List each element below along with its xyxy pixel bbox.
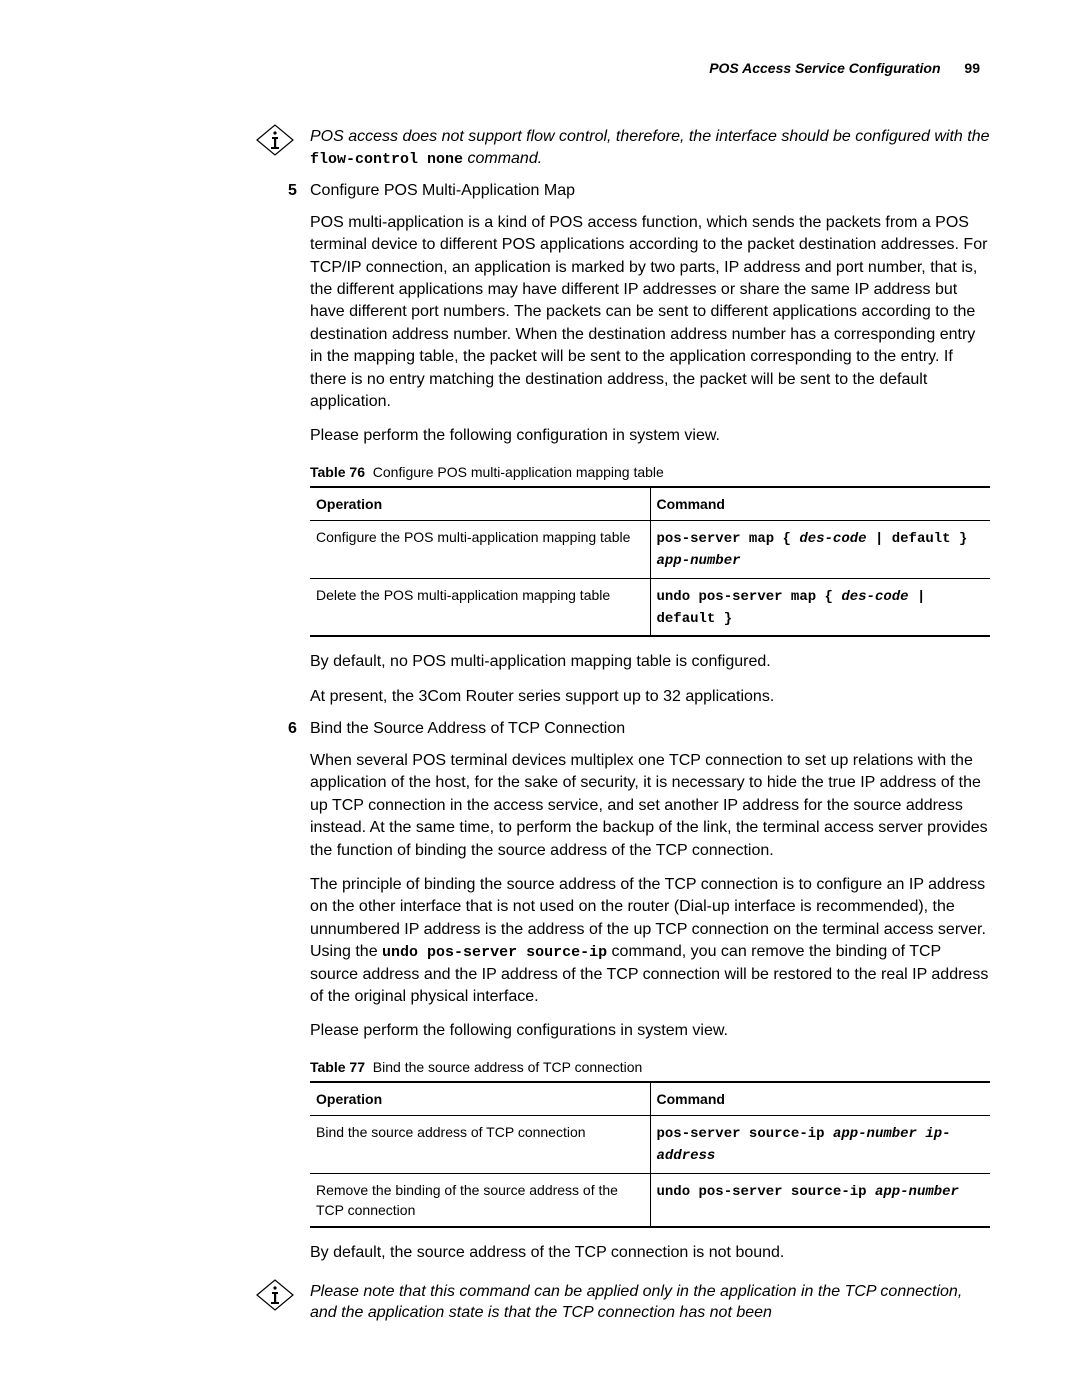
- step6-para3: Please perform the following configurati…: [310, 1020, 990, 1042]
- note-code: flow-control none: [310, 151, 463, 168]
- cmd-seg: app-number: [657, 553, 741, 569]
- table-header-row: Operation Command: [310, 487, 990, 521]
- table-76-caption: Table 76 Configure POS multi-application…: [310, 464, 990, 480]
- cmd-seg: pos-server source-ip: [657, 1126, 833, 1142]
- table-row: Configure the POS multi-application mapp…: [310, 521, 990, 579]
- note-suffix: command.: [463, 150, 542, 167]
- step5-para2: Please perform the following configurati…: [310, 425, 990, 447]
- table-76: Operation Command Configure the POS mult…: [310, 486, 990, 637]
- step-number: 5: [288, 182, 297, 200]
- para-code: undo pos-server source-ip: [382, 944, 607, 961]
- command-cell: undo pos-server map { des-code | default…: [650, 578, 990, 636]
- step-title: Bind the Source Address of TCP Connectio…: [310, 720, 625, 737]
- info-note-2: Please note that this command can be app…: [310, 1281, 990, 1324]
- page: POS Access Service Configuration 99 POS …: [0, 0, 1080, 1386]
- col-command: Command: [650, 1082, 990, 1116]
- operation-cell: Remove the binding of the source address…: [310, 1173, 650, 1227]
- col-operation: Operation: [310, 1082, 650, 1116]
- table-row: Delete the POS multi-application mapping…: [310, 578, 990, 636]
- table-label: Table 77: [310, 1059, 365, 1075]
- cmd-seg: des-code: [841, 589, 908, 605]
- page-number: 99: [964, 60, 980, 76]
- step6-para2: The principle of binding the source addr…: [310, 874, 990, 1008]
- info-icon: [256, 1279, 294, 1316]
- note-prefix: POS access does not support flow control…: [310, 128, 990, 145]
- cmd-seg: des-code: [799, 531, 866, 547]
- cmd-seg: undo pos-server source-ip: [657, 1184, 875, 1200]
- step-number: 6: [288, 720, 297, 738]
- command-cell: pos-server source-ip app-number ip-addre…: [650, 1116, 990, 1174]
- header-title: POS Access Service Configuration: [709, 60, 940, 76]
- step6-para1: When several POS terminal devices multip…: [310, 750, 990, 862]
- table-row: Bind the source address of TCP connectio…: [310, 1116, 990, 1174]
- step6-after1: By default, the source address of the TC…: [310, 1242, 990, 1264]
- col-operation: Operation: [310, 487, 650, 521]
- info-icon: [256, 124, 294, 161]
- step5-para1: POS multi-application is a kind of POS a…: [310, 212, 990, 414]
- cmd-seg: undo pos-server map {: [657, 589, 842, 605]
- note-text: Please note that this command can be app…: [310, 1281, 990, 1324]
- operation-cell: Bind the source address of TCP connectio…: [310, 1116, 650, 1174]
- table-77: Operation Command Bind the source addres…: [310, 1081, 990, 1228]
- table-title: Configure POS multi-application mapping …: [373, 464, 664, 480]
- cmd-seg: pos-server map {: [657, 531, 800, 547]
- note-text: POS access does not support flow control…: [310, 126, 990, 170]
- step5-after1: By default, no POS multi-application map…: [310, 651, 990, 673]
- content-column: POS access does not support flow control…: [310, 126, 990, 1324]
- running-header: POS Access Service Configuration 99: [90, 60, 990, 76]
- step-5-heading: 5 Configure POS Multi-Application Map: [310, 182, 990, 200]
- step-title: Configure POS Multi-Application Map: [310, 182, 575, 199]
- command-cell: pos-server map { des-code | default } ap…: [650, 521, 990, 579]
- command-cell: undo pos-server source-ip app-number: [650, 1173, 990, 1227]
- operation-cell: Configure the POS multi-application mapp…: [310, 521, 650, 579]
- col-command: Command: [650, 487, 990, 521]
- cmd-seg: app-number: [875, 1184, 959, 1200]
- table-title: Bind the source address of TCP connectio…: [373, 1059, 643, 1075]
- info-note-1: POS access does not support flow control…: [310, 126, 990, 170]
- operation-cell: Delete the POS multi-application mapping…: [310, 578, 650, 636]
- table-header-row: Operation Command: [310, 1082, 990, 1116]
- table-row: Remove the binding of the source address…: [310, 1173, 990, 1227]
- table-label: Table 76: [310, 464, 365, 480]
- table-77-caption: Table 77 Bind the source address of TCP …: [310, 1059, 990, 1075]
- step5-after2: At present, the 3Com Router series suppo…: [310, 686, 990, 708]
- step-6-heading: 6 Bind the Source Address of TCP Connect…: [310, 720, 990, 738]
- cmd-seg: | default }: [867, 531, 968, 547]
